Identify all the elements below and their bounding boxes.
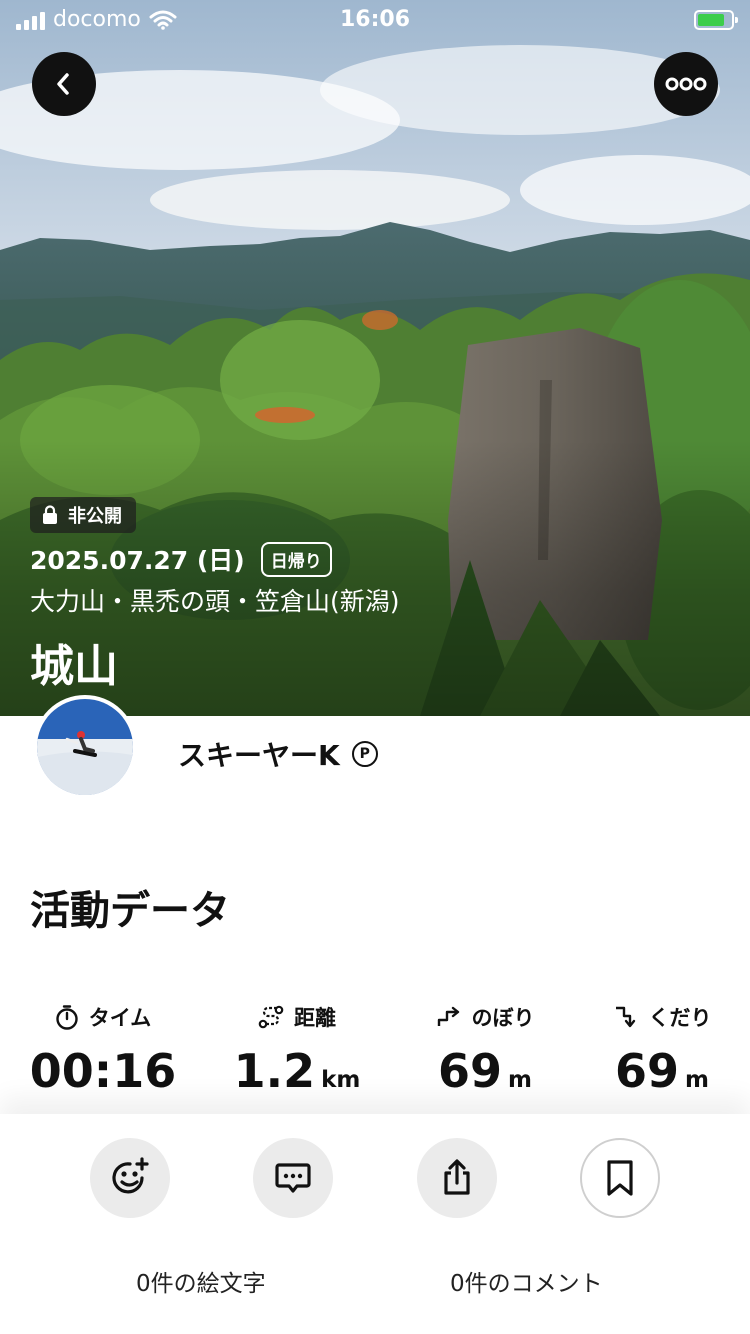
activity-date: 2025.07.27 (日): [30, 546, 245, 575]
ascent-icon: [437, 1006, 459, 1026]
stat-label: のぼり: [471, 1006, 535, 1030]
more-options-button[interactable]: [654, 52, 718, 116]
stat-descent: くだり 69 m: [572, 1000, 750, 1098]
comment-button[interactable]: [253, 1138, 333, 1218]
stat-time: タイム 00:16: [13, 1000, 193, 1098]
user-info[interactable]: スキーヤーK P: [178, 734, 378, 774]
bookmark-button[interactable]: [580, 1138, 660, 1218]
stat-label: タイム: [88, 1006, 152, 1030]
private-badge: 非公開: [30, 497, 136, 533]
stat-value: 00:16: [29, 1044, 177, 1098]
area-name[interactable]: 大力山・黒禿の頭・笠倉山(新潟): [30, 582, 400, 618]
comment-icon: [275, 1163, 311, 1193]
add-emoji-button[interactable]: [90, 1138, 170, 1218]
stat-value: 69: [615, 1044, 680, 1098]
emoji-add-icon: [112, 1157, 149, 1194]
stat-unit: km: [321, 1067, 361, 1093]
route-icon: [258, 1005, 284, 1029]
avatar[interactable]: [33, 695, 137, 799]
chevron-left-icon: [57, 73, 69, 95]
page-title: 城山: [30, 641, 118, 692]
section-title-activity: 活動データ: [30, 888, 230, 934]
stat-unit: m: [685, 1067, 709, 1093]
stat-label: 距離: [294, 1006, 336, 1030]
username: スキーヤーK: [178, 739, 340, 772]
stat-label: くだり: [648, 1006, 712, 1030]
share-button[interactable]: [417, 1138, 497, 1218]
stat-unit: m: [508, 1067, 532, 1093]
stat-ascent: のぼり 69 m: [395, 1000, 575, 1098]
emoji-count[interactable]: 0件の絵文字: [136, 1264, 266, 1298]
stopwatch-icon: [56, 1005, 78, 1030]
lock-icon: [43, 505, 57, 524]
stat-value: 1.2: [233, 1044, 316, 1098]
status-bar: docomo 16:06: [0, 0, 750, 40]
avatar-image: [37, 699, 133, 795]
stat-distance: 距離 1.2 km: [207, 1000, 387, 1098]
trip-type-tag: 日帰り: [260, 541, 332, 577]
date-line: 2025.07.27 (日) 日帰り: [30, 541, 332, 577]
clock: 16:06: [339, 7, 411, 32]
stat-value: 69: [438, 1044, 503, 1098]
back-button[interactable]: [32, 52, 96, 116]
action-bar: 0件の絵文字 0件のコメント: [0, 1114, 750, 1334]
bookmark-icon: [607, 1160, 633, 1196]
battery-icon: [694, 10, 738, 30]
comment-count[interactable]: 0件のコメント: [450, 1264, 603, 1298]
private-label: 非公開: [68, 506, 122, 527]
premium-badge: P: [351, 741, 378, 767]
descent-icon: [615, 1006, 635, 1028]
share-icon: [444, 1159, 470, 1195]
more-dots-icon: [665, 77, 707, 91]
